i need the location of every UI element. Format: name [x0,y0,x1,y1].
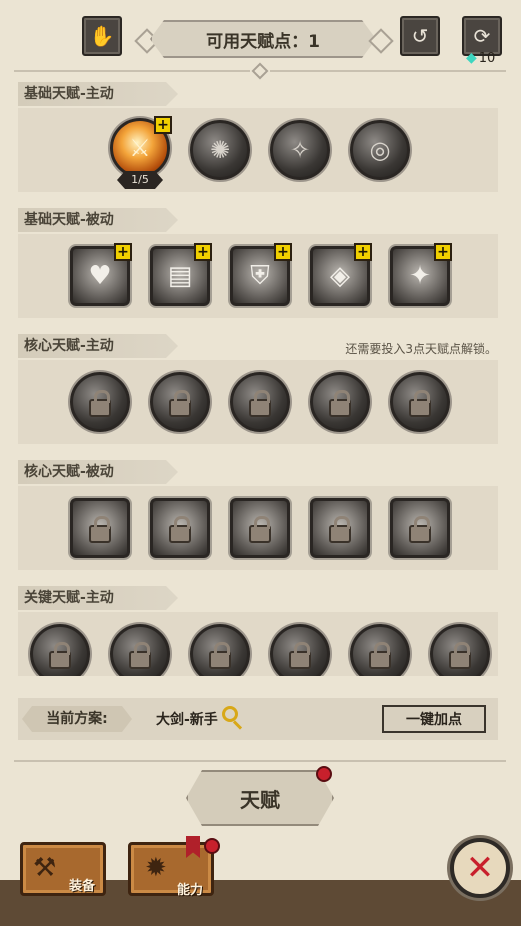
locked-passive[interactable] [390,498,450,558]
locked-skill[interactable] [430,624,490,676]
locked-skill[interactable] [310,372,370,432]
magnifier-icon[interactable] [222,706,238,722]
add-point-button[interactable]: + [354,243,372,261]
lock-icon [169,516,191,543]
divider-ornament [251,62,269,80]
ability-notification-dot [204,838,220,854]
add-point-button[interactable]: + [154,116,172,134]
locked-passive[interactable] [150,498,210,558]
close-icon: ✕ [465,848,495,888]
locked-skill[interactable] [350,624,410,676]
hand-icon-button[interactable]: ✋ [82,16,122,56]
refresh-icon: ⟳ [473,24,491,48]
unlock-requirement-note: 还需要投入3点天赋点解锁。 [345,342,497,356]
section-title-basic-active: 基础天赋-主动 [18,82,178,106]
locked-skill[interactable] [230,372,290,432]
locked-passive[interactable] [310,498,370,558]
lock-icon [169,390,191,417]
locked-passive[interactable] [230,498,290,558]
locked-skill[interactable] [190,624,250,676]
gem-icon: ◆ [466,50,477,66]
lock-icon [49,642,71,669]
divider-left [14,70,250,72]
add-point-button[interactable]: + [114,243,132,261]
sword-shield-icon: ⛨ [250,260,270,291]
book-icon: ▤ [167,261,193,291]
skill-level-badge: 1/5 [117,171,163,189]
star-burst-icon: ✦ [409,261,431,291]
add-point-button[interactable]: + [194,243,212,261]
lock-icon [249,516,271,543]
add-point-button[interactable]: + [274,243,292,261]
skill-shatter-active[interactable]: ✧ [270,120,330,180]
divider-bottom [14,760,506,762]
lock-icon [289,642,311,669]
reset-button[interactable]: ↺ [400,16,440,56]
lock-icon [329,516,351,543]
plan-name[interactable]: 大剑-新手 [156,709,218,729]
lock-icon [89,516,111,543]
crystal-shield-icon: ◈ [330,261,350,291]
close-button[interactable]: ✕ [450,838,510,898]
lock-icon [449,642,471,669]
skill-whirl-active[interactable]: ◎ [350,120,410,180]
whirl-icon: ◎ [369,136,391,164]
key-skill-row [18,612,498,676]
banner-ornament-right [368,28,394,54]
currency-count: 10 [478,50,496,66]
add-point-button[interactable]: + [434,243,452,261]
equipment-button[interactable]: ⚒ 装备 [20,842,106,896]
shatter-icon: ✧ [289,136,311,164]
locked-skill[interactable] [270,624,330,676]
locked-passive[interactable] [70,498,130,558]
reset-icon: ↺ [411,24,429,48]
ability-icon: ✹ [145,853,167,883]
section-panel-basic-active [18,108,498,192]
section-title-key-active: 关键天赋-主动 [18,586,178,610]
ability-label: 能力 [177,883,204,898]
slash-icon: ⚔ [129,134,151,162]
heart-icon: ♥ [88,261,112,291]
section-title-core-active: 核心天赋-主动 [18,334,178,358]
lock-icon [409,516,431,543]
lock-icon [369,642,391,669]
locked-skill[interactable] [390,372,450,432]
divider-right [270,70,506,72]
talent-notification-dot [316,766,332,782]
hand-icon: ✋ [89,24,115,48]
locked-skill[interactable] [30,624,90,676]
locked-skill[interactable] [150,372,210,432]
current-plan-label: 当前方案: [22,706,132,732]
locked-skill[interactable] [110,624,170,676]
available-points-title: 可用天赋点：1 [150,20,376,58]
section-title-basic-passive: 基础天赋-被动 [18,208,178,232]
skill-spider-active[interactable]: ✺ [190,120,250,180]
lock-icon [89,390,111,417]
auto-assign-button[interactable]: 一键加点 [382,705,486,733]
currency-display: ◆ 10 [466,50,495,66]
section-title-core-passive: 核心天赋-被动 [18,460,178,484]
lock-icon [129,642,151,669]
spider-icon: ✺ [209,136,231,164]
lock-icon [209,642,231,669]
equipment-label: 装备 [69,879,96,894]
locked-skill[interactable] [70,372,130,432]
lock-icon [329,390,351,417]
lock-icon [409,390,431,417]
lock-icon [249,390,271,417]
talent-tab[interactable]: 天赋 [186,770,334,826]
ability-button[interactable]: ✹ 能力 [128,842,214,898]
axe-icon: ⚒ [33,853,57,883]
